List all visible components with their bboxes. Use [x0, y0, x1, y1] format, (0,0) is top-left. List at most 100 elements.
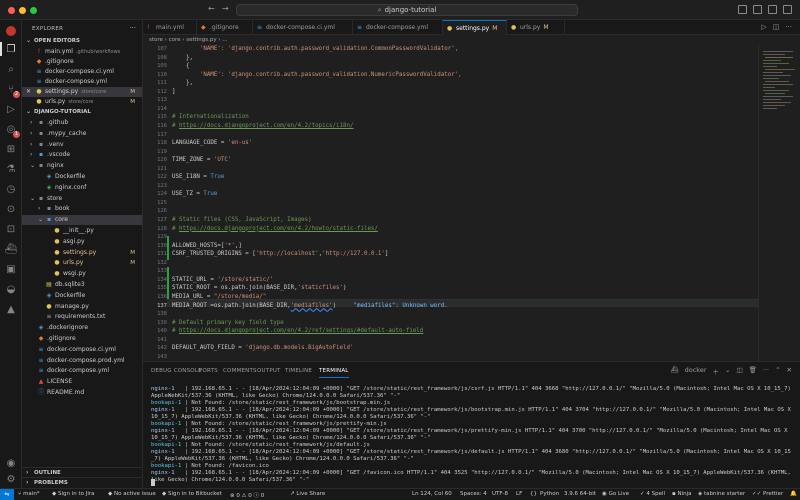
customize-layout-icon[interactable]	[783, 5, 792, 14]
ninja-status[interactable]: ▪ Ninja	[672, 491, 692, 497]
editor-tab[interactable]: ● settings.py M	[443, 20, 507, 35]
open-editor-item[interactable]: ! main.yml .github/workflows	[22, 47, 142, 57]
code-line[interactable]: # https://docs.djangoproject.com/en/4.2/…	[172, 123, 354, 129]
azure-icon[interactable]: ▲	[4, 302, 18, 316]
language-mode[interactable]: Python	[540, 491, 559, 497]
close-window-button[interactable]	[8, 7, 15, 14]
panel-tab-debug-console[interactable]: DEBUG CONSOLE	[151, 368, 202, 374]
code-line[interactable]: 'NAME': 'django.contrib.auth.password_va…	[172, 46, 458, 52]
code-line[interactable]: TIME_ZONE = 'UTC'	[172, 157, 231, 163]
panel-tab-terminal[interactable]: TERMINAL	[319, 368, 349, 378]
branch-status[interactable]: ⑂ main*	[18, 491, 40, 497]
encoding[interactable]: UTF-8	[492, 491, 508, 497]
run-debug-icon[interactable]: ▷	[4, 102, 18, 116]
docker-icon[interactable]: ⛴	[4, 242, 18, 256]
timeline-icon[interactable]: ◷	[4, 182, 18, 196]
code-line[interactable]: USE_I18N = True	[172, 174, 224, 180]
open-editors-header[interactable]: ⌄ OPEN EDITORS	[22, 36, 142, 46]
tabnine-status[interactable]: ◈ tabnine starter	[698, 491, 745, 497]
tree-item[interactable]: ≡ docker-compose.prod.yml	[22, 356, 142, 366]
tree-item[interactable]: ● __init__.py	[22, 226, 142, 236]
python-interpreter[interactable]: 3.9.6 64-bit	[564, 491, 596, 497]
close-panel-icon[interactable]: ✕	[787, 366, 792, 376]
panel-tab-output[interactable]: OUTPUT	[257, 368, 281, 374]
tree-item[interactable]: ● asgi.py	[22, 237, 142, 247]
prettier-status[interactable]: ✓✓ Prettier	[752, 491, 783, 497]
remote-explorer-icon[interactable]: ⊡	[4, 222, 18, 236]
explorer-icon[interactable]: ❐	[4, 42, 18, 56]
split-terminal-icon[interactable]: ◫	[736, 366, 742, 376]
accounts-icon[interactable]: ◉	[4, 456, 18, 470]
code-line[interactable]: # Static files (CSS, JavaScript, Images)	[172, 217, 312, 223]
code-line[interactable]: CSRF_TRUSTED_ORIGINS = ['http://localhos…	[172, 251, 388, 257]
tree-item[interactable]: ⌄ ▪ nginx	[22, 161, 142, 171]
code-line[interactable]: ]	[172, 89, 176, 95]
open-editor-item[interactable]: ≡ docker-compose.yml	[22, 77, 142, 87]
chevron-down-icon[interactable]: ⌄	[725, 366, 730, 376]
code-line[interactable]: },	[172, 80, 193, 86]
tree-item[interactable]: ◈ Dockerfile	[22, 172, 142, 182]
tree-item[interactable]: ● wsgi.py	[22, 269, 142, 279]
breadcrumb[interactable]: store › core › settings.py › ...	[143, 35, 800, 45]
code-line[interactable]: # https://docs.djangoproject.com/en/4.2/…	[172, 328, 423, 334]
minimap[interactable]	[758, 45, 800, 361]
code-line[interactable]: USE_TZ = True	[172, 191, 217, 197]
forward-arrow-icon[interactable]: →	[222, 4, 229, 13]
account-avatar-icon[interactable]	[4, 24, 18, 38]
code-line[interactable]: LANGUAGE_CODE = 'en-us'	[172, 140, 252, 146]
jira-signin[interactable]: ◆ Sign in to Jira	[52, 491, 95, 497]
project-header[interactable]: ⌄ DJANGO-TUTORIAL	[22, 107, 142, 117]
problems-header[interactable]: › PROBLEMS	[22, 477, 142, 487]
tree-item[interactable]: › ▪ .github	[22, 118, 142, 128]
more-actions-icon[interactable]: ···	[129, 24, 136, 32]
search-icon[interactable]: ⌕	[4, 62, 18, 76]
new-terminal-icon[interactable]: ＋	[713, 366, 720, 376]
testing-icon[interactable]: ⚗	[4, 162, 18, 176]
toggle-sidebar-icon[interactable]	[738, 5, 747, 14]
panel-tab-comments[interactable]: COMMENTS	[223, 368, 257, 374]
tree-item[interactable]: ▲ LICENSE	[22, 377, 142, 387]
close-icon[interactable]: ✕	[26, 87, 31, 97]
tree-item[interactable]: ≡ docker-compose.ci.yml	[22, 345, 142, 355]
trash-icon[interactable]: 🗑	[749, 366, 757, 376]
python-icon[interactable]: ◒	[4, 282, 18, 296]
notifications-bell-icon[interactable]: 🔔	[790, 491, 797, 497]
terminal-name[interactable]: docker	[685, 366, 707, 376]
live-share-status[interactable]: ↗ Live Share	[290, 491, 325, 497]
gitlens-icon[interactable]: ◎ 1	[4, 122, 20, 138]
tree-item[interactable]: ● manage.py	[22, 302, 142, 312]
tree-item[interactable]: › ▪ .vscode	[22, 150, 142, 160]
toggle-panel-icon[interactable]	[753, 5, 762, 14]
tree-item[interactable]: ◈ nginx.conf	[22, 183, 142, 193]
clock-icon[interactable]: ⊙	[4, 202, 18, 216]
remote-indicator-icon[interactable]: ⇋	[0, 489, 14, 500]
spell-check[interactable]: ✓ 4 Spell	[640, 491, 665, 497]
code-line[interactable]: MEDIA_URL = "/store/media/"	[172, 294, 266, 300]
open-editor-item[interactable]: ✕ ● settings.py store/core M	[22, 87, 142, 97]
code-editor[interactable]: 107 'NAME': 'django.contrib.auth.passwor…	[143, 45, 758, 361]
tree-item[interactable]: ≡ requirements.txt	[22, 312, 142, 322]
tree-item[interactable]: › ▪ .mypy_cache	[22, 129, 142, 139]
tree-item[interactable]: ◈ .dockerignore	[22, 323, 142, 333]
minimize-window-button[interactable]	[19, 7, 26, 14]
more-icon[interactable]: ···	[785, 23, 792, 31]
editor-tab[interactable]: ◆ .gitignore	[197, 20, 253, 35]
editor-tab[interactable]: ! main.yml	[143, 20, 197, 35]
cursor-position[interactable]: Ln 124, Col 60	[412, 491, 452, 497]
tree-item[interactable]: › ▪ .venv	[22, 140, 142, 150]
open-editor-item[interactable]: ● urls.py store/core M	[22, 97, 142, 107]
line-ending[interactable]: LF	[516, 491, 522, 497]
back-arrow-icon[interactable]: ←	[208, 4, 215, 13]
tree-item[interactable]: ⓘ README.md	[22, 388, 142, 398]
tree-item[interactable]: ⌄ ▪ core	[22, 215, 142, 226]
editor-tab[interactable]: ≡ docker-compose.ci.yml	[253, 20, 353, 35]
tree-item[interactable]: ◈ Dockerfile	[22, 291, 142, 301]
more-icon[interactable]: ···	[763, 366, 769, 376]
code-line[interactable]: },	[172, 55, 193, 61]
tree-item[interactable]: ≡ docker-compose.yml	[22, 366, 142, 376]
code-line[interactable]: STATIC_URL = '/store/static/'	[172, 277, 273, 283]
maximize-panel-icon[interactable]: ⌃	[775, 366, 780, 376]
language-braces[interactable]: {}	[530, 491, 537, 497]
bitbucket-signin[interactable]: ◆ Sign in to Bitbucket	[162, 491, 222, 497]
code-line[interactable]: # https://docs.djangoproject.com/en/4.2/…	[172, 226, 378, 232]
